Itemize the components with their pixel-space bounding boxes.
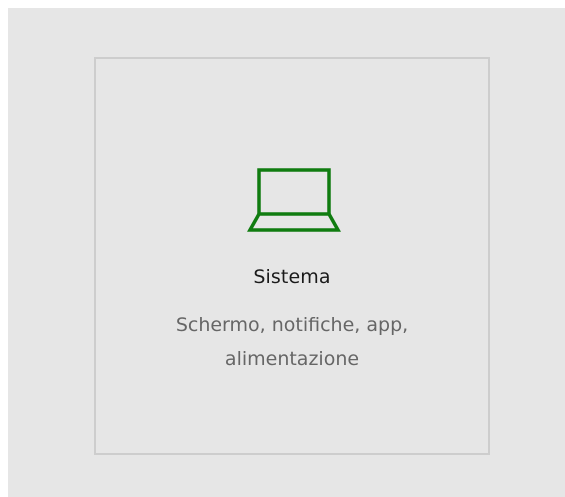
- tile-description: Schermo, notifiche, app, alimentazione: [116, 308, 468, 376]
- tile-description-line-1: Schermo, notifiche, app,: [175, 314, 409, 336]
- settings-panel: Sistema Schermo, notifiche, app, aliment…: [8, 8, 565, 497]
- tile-title: Sistema: [253, 266, 331, 288]
- tile-description-line-2: alimentazione: [224, 348, 360, 370]
- settings-tile-sistema[interactable]: Sistema Schermo, notifiche, app, aliment…: [94, 57, 490, 455]
- laptop-icon: [247, 168, 341, 232]
